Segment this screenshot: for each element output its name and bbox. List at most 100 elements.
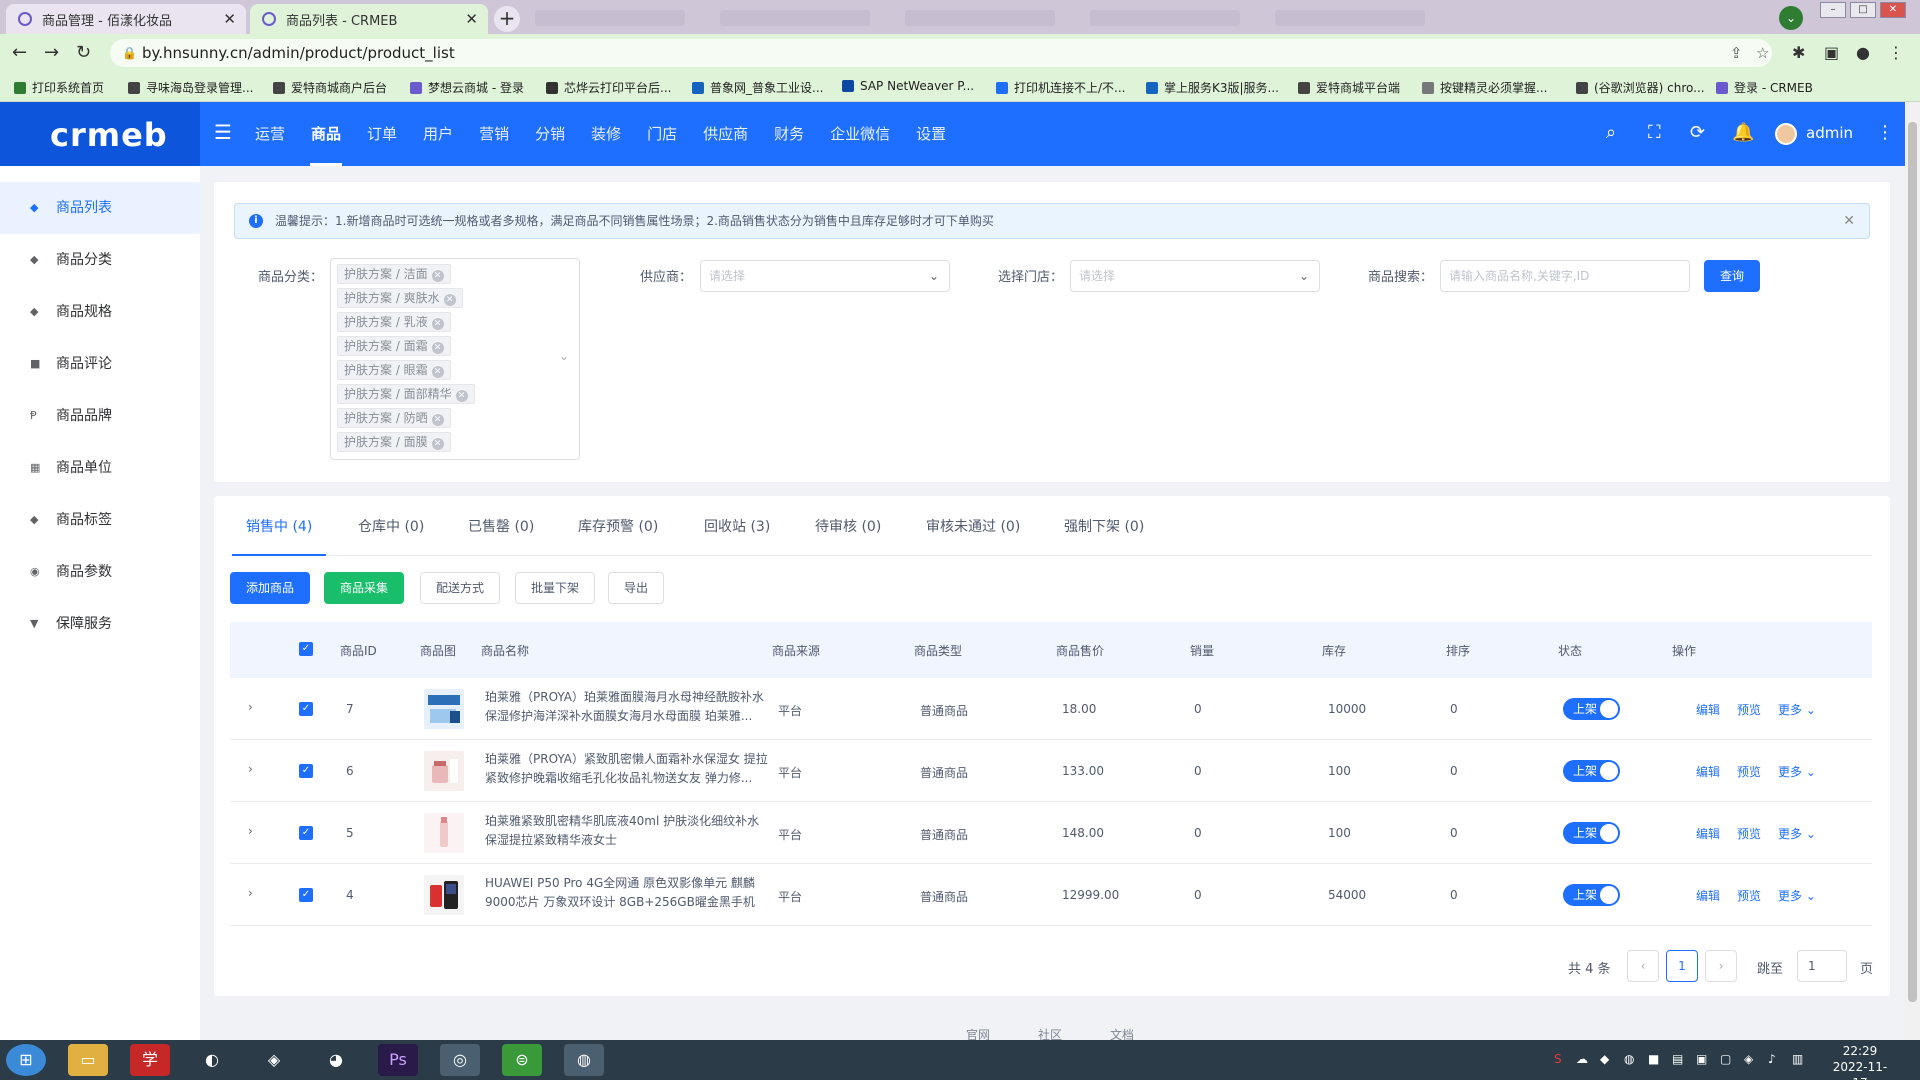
shield-icon[interactable]: ◈ (1744, 1052, 1753, 1066)
row-checkbox[interactable]: ✓ (299, 764, 313, 778)
product-image[interactable] (424, 689, 464, 729)
row-checkbox[interactable]: ✓ (299, 888, 313, 902)
bookmark-item[interactable]: 登录 - CRMEB (1716, 79, 1813, 96)
bell-icon[interactable]: 🔔 (1732, 122, 1754, 143)
nav-item[interactable]: 营销 (466, 102, 522, 166)
sidebar-item-spec[interactable]: ◆ 商品规格 (0, 286, 200, 338)
nav-item[interactable]: 门店 (634, 102, 690, 166)
tag-close-icon[interactable]: ✕ (431, 318, 444, 330)
browser-tab-1[interactable]: 商品管理 - 佰漾化妆品 ✕ (6, 4, 246, 34)
category-multiselect[interactable]: 护肤方案 / 洁面 ✕ 护肤方案 / 爽肤水 ✕ 护肤方案 / 乳液 ✕ 护肤方案 /… (330, 258, 580, 460)
chevron-right-icon[interactable]: › (248, 700, 253, 714)
tab-recycle[interactable]: 回收站 (3) (704, 506, 770, 548)
product-image[interactable] (424, 875, 464, 915)
status-toggle[interactable]: 上架 (1563, 760, 1620, 782)
product-name[interactable]: 珀莱雅（PROYA）紧致肌密懒人面霜补水保湿女 提拉紧致修护晚霜收缩毛孔化妆品礼… (485, 750, 769, 788)
app-green-icon[interactable]: ⊜ (502, 1044, 542, 1076)
tab-search-icon[interactable]: ⌄ (1779, 6, 1803, 30)
tag-close-icon[interactable]: ✕ (431, 366, 444, 378)
background-tab[interactable] (1275, 10, 1425, 26)
menu-toggle-icon[interactable]: ☰ (214, 120, 232, 144)
tab-stock-warning[interactable]: 库存预警 (0) (578, 506, 658, 548)
sidebar-item-params[interactable]: ◉ 商品参数 (0, 546, 200, 598)
sogou-icon[interactable]: S (1554, 1052, 1562, 1066)
bookmark-item[interactable]: 芯烨云打印平台后... (546, 79, 671, 96)
preview-link[interactable]: 预览 (1737, 701, 1761, 718)
crmeb-logo[interactable]: crmeb (50, 116, 168, 154)
sidebar-item-brand[interactable]: Ᵽ 商品品牌 (0, 390, 200, 442)
bookmark-item[interactable]: SAP NetWeaver P... (842, 79, 974, 93)
share-icon[interactable]: ⇪ (1730, 39, 1743, 67)
tab-pending-review[interactable]: 待审核 (0) (815, 506, 881, 548)
more-dropdown[interactable]: 更多 ⌄ (1778, 701, 1816, 718)
nav-item[interactable]: 装修 (578, 102, 634, 166)
tray-icon[interactable]: ▢ (1720, 1052, 1731, 1066)
profile-icon[interactable]: ● (1856, 43, 1870, 62)
tag-close-icon[interactable]: ✕ (443, 294, 456, 306)
bookmark-item[interactable]: 普象网_普象工业设... (692, 79, 823, 96)
edit-link[interactable]: 编辑 (1696, 763, 1720, 780)
url-input[interactable]: 🔒 by.hnsunny.cn/admin/product/product_li… (110, 39, 1772, 67)
background-tab[interactable] (720, 10, 870, 26)
status-toggle[interactable]: 上架 (1563, 698, 1620, 720)
tab-sold-out[interactable]: 已售罄 (0) (468, 506, 534, 548)
close-icon[interactable]: ✕ (1843, 204, 1855, 238)
tab-forced-off[interactable]: 强制下架 (0) (1064, 506, 1144, 548)
more-dropdown[interactable]: 更多 ⌄ (1778, 763, 1816, 780)
extensions-icon[interactable]: ✱ (1792, 43, 1805, 62)
nav-item[interactable]: 设置 (903, 102, 959, 166)
delivery-method-button[interactable]: 配送方式 (420, 572, 500, 604)
volume-icon[interactable]: ♪ (1768, 1052, 1776, 1066)
taskbar-clock[interactable]: 22:29 2022-11-17 (1830, 1043, 1890, 1080)
back-icon[interactable]: ← (12, 42, 27, 63)
tag-close-icon[interactable]: ✕ (431, 342, 444, 354)
nav-item[interactable]: 订单 (354, 102, 410, 166)
status-toggle[interactable]: 上架 (1563, 884, 1620, 906)
bookmark-item[interactable]: (谷歌浏览器) chro... (1576, 79, 1705, 96)
nav-item[interactable]: 供应商 (690, 102, 761, 166)
chrome-icon[interactable]: ◎ (440, 1044, 480, 1076)
more-vertical-icon[interactable]: ⋮ (1876, 122, 1894, 143)
prev-page-button[interactable]: ‹ (1627, 950, 1659, 982)
window-close-icon[interactable]: ✕ (1880, 2, 1906, 18)
tray-icon[interactable]: ◆ (1600, 1052, 1609, 1066)
nav-item[interactable]: 用户 (410, 102, 466, 166)
status-toggle[interactable]: 上架 (1563, 822, 1620, 844)
browser-menu-icon[interactable]: ⋮ (1888, 43, 1904, 62)
photoshop-icon[interactable]: Ps (378, 1044, 418, 1076)
nav-item[interactable]: 企业微信 (817, 102, 903, 166)
nav-item[interactable]: 财务 (761, 102, 817, 166)
tray-icon[interactable]: ☁ (1576, 1052, 1588, 1066)
bookmark-item[interactable]: 爱特商城平台端 (1298, 79, 1400, 96)
page-number[interactable]: 1 (1666, 950, 1698, 982)
nav-item-active[interactable]: 商品 (298, 102, 354, 166)
network-icon[interactable]: ▥ (1792, 1052, 1803, 1066)
search-icon[interactable]: ⌕ (1606, 122, 1616, 143)
close-icon[interactable]: ✕ (223, 10, 236, 28)
query-button[interactable]: 查询 (1704, 260, 1760, 292)
qq-icon[interactable]: ◕ (316, 1044, 356, 1076)
more-dropdown[interactable]: 更多 ⌄ (1778, 887, 1816, 904)
sidebar-item-tag[interactable]: ◆ 商品标签 (0, 494, 200, 546)
next-page-button[interactable]: › (1705, 950, 1737, 982)
fullscreen-icon[interactable]: ⛶ (1648, 122, 1661, 143)
background-tab[interactable] (1090, 10, 1240, 26)
tray-icon[interactable]: ▣ (1696, 1052, 1707, 1066)
edit-link[interactable]: 编辑 (1696, 701, 1720, 718)
browser-app-icon[interactable]: ◈ (254, 1044, 294, 1076)
chevron-right-icon[interactable]: › (248, 886, 253, 900)
forward-icon[interactable]: → (44, 42, 59, 63)
tag-close-icon[interactable]: ✕ (431, 438, 444, 450)
supplier-select[interactable]: 请选择 ⌄ (700, 260, 950, 292)
search-input[interactable]: 请输入商品名称,关键字,ID (1440, 260, 1690, 292)
bookmark-item[interactable]: 爱特商城商户后台 (273, 79, 387, 96)
chat-app-icon[interactable]: ◐ (192, 1044, 232, 1076)
user-name[interactable]: admin (1806, 124, 1853, 142)
file-explorer-icon[interactable]: ▭ (68, 1044, 108, 1076)
product-name[interactable]: 珀莱雅紧致肌密精华肌底液40ml 护肤淡化细纹补水保湿提拉紧致精华液女士 (485, 812, 769, 850)
sidebar-item-category[interactable]: ◆ 商品分类 (0, 234, 200, 286)
collect-product-button[interactable]: 商品采集 (324, 572, 404, 604)
jump-page-input[interactable]: 1 (1797, 950, 1847, 982)
chevron-right-icon[interactable]: › (248, 824, 253, 838)
wechat-icon[interactable]: ◍ (564, 1044, 604, 1076)
